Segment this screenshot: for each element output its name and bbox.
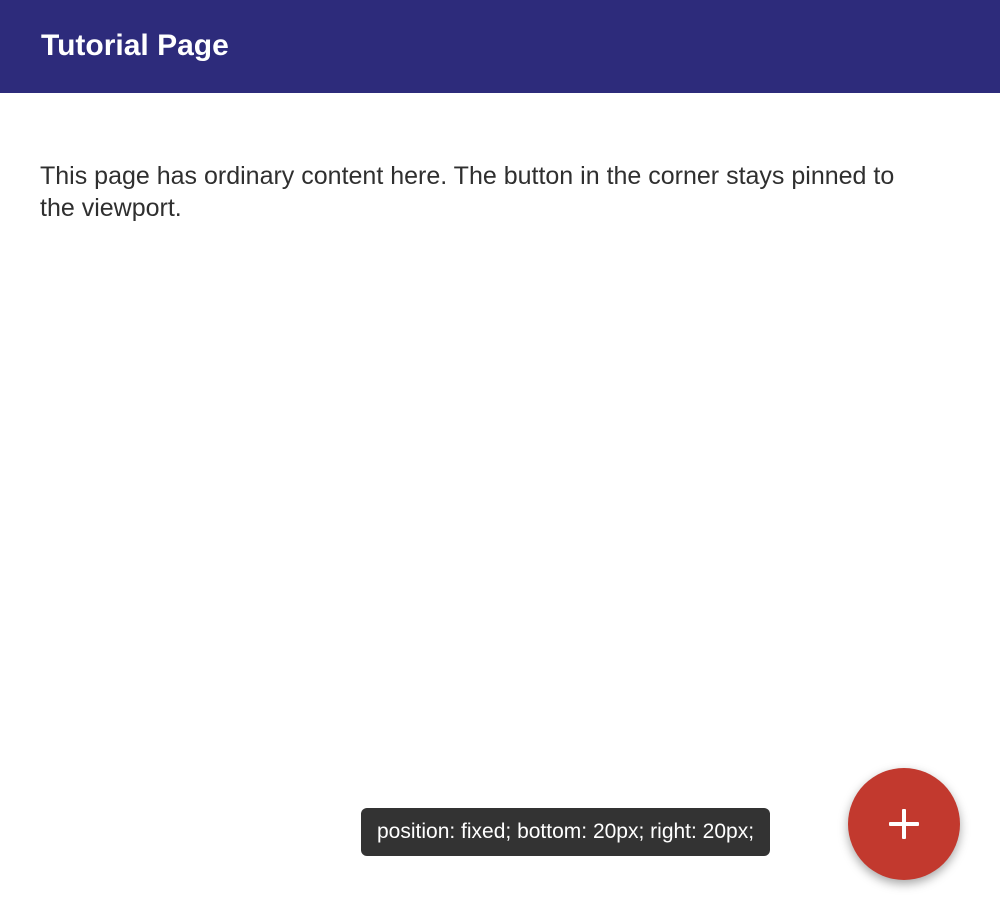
content-paragraph: This page has ordinary content here. The…: [40, 162, 895, 222]
page-header: Tutorial Page: [0, 0, 1000, 93]
fab-tooltip: position: fixed; bottom: 20px; right: 20…: [361, 808, 771, 856]
page-title: Tutorial Page: [41, 29, 229, 62]
floating-action-button[interactable]: [848, 768, 960, 880]
plus-icon: [889, 809, 919, 839]
